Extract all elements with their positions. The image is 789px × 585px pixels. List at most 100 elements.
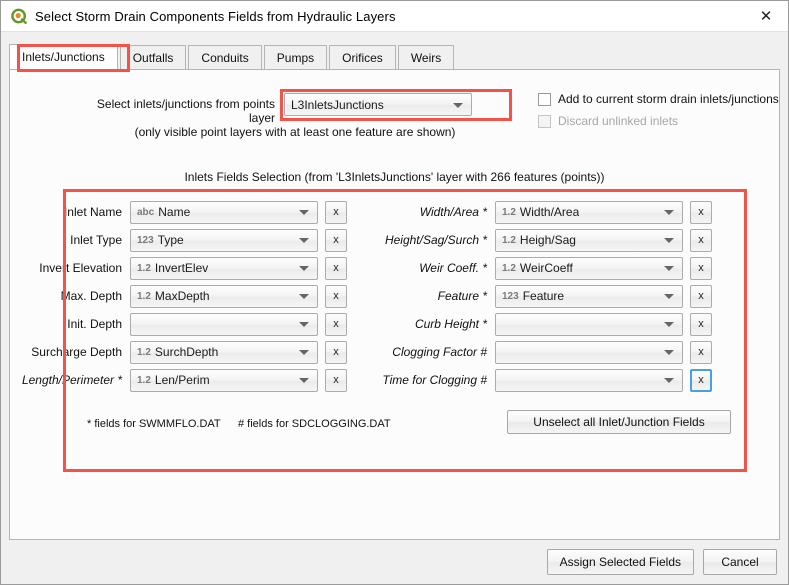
points-layer-combo[interactable]: L3InletsJunctions [284,93,472,116]
field-type-badge: 1.2 [137,263,151,274]
clear-length-perimeter-button[interactable]: x [325,369,347,392]
clear-height-sag-surch-button[interactable]: x [690,229,712,252]
tab-outfalls[interactable]: Outfalls [120,45,187,69]
cancel-button[interactable]: Cancel [703,549,777,575]
tab-label: Pumps [277,51,314,65]
chevron-down-icon [299,378,309,383]
chevron-down-icon [664,378,674,383]
dialog-footer: Assign Selected Fields Cancel [1,540,788,584]
width-area-combo[interactable]: 1.2 Width/Area [495,201,683,224]
field-label: Width/Area * [350,205,495,219]
field-label: Max. Depth [20,289,130,303]
field-value: Name [158,205,190,219]
field-label: Length/Perimeter * [20,373,130,387]
field-value: Feature [523,289,564,303]
time-for-clogging-combo[interactable] [495,369,683,392]
checkbox-box-icon [538,93,551,106]
tab-bar: Inlets/Junctions Outfalls Conduits Pumps… [9,44,788,69]
curb-height-combo[interactable] [495,313,683,336]
field-type-badge: 1.2 [502,235,516,246]
points-layer-value: L3InletsJunctions [291,98,384,112]
weir-coeff-combo[interactable]: 1.2 WeirCoeff [495,257,683,280]
layer-selection-label: Select inlets/junctions from points laye… [80,97,275,125]
close-icon[interactable]: ✕ [744,1,788,31]
checkbox-label: Discard unlinked inlets [558,114,678,128]
chevron-down-icon [299,294,309,299]
unselect-all-fields-button[interactable]: Unselect all Inlet/Junction Fields [507,410,731,434]
field-row-init-depth: Init. Depth x [20,312,347,336]
clear-weir-coeff-button[interactable]: x [690,257,712,280]
field-label: Height/Sag/Surch * [350,233,495,247]
clear-surcharge-depth-button[interactable]: x [325,341,347,364]
fields-grid: Inlet Name abc Name x Inlet Type 123 Typ… [10,200,779,410]
chevron-down-icon [299,238,309,243]
field-type-badge: 1.2 [502,207,516,218]
chevron-down-icon [664,350,674,355]
field-row-weir-coeff: Weir Coeff. * 1.2 WeirCoeff x [350,256,712,280]
field-type-badge: 1.2 [137,291,151,302]
clear-time-for-clogging-button[interactable]: x [690,369,712,392]
field-value: WeirCoeff [520,261,573,275]
field-type-badge: 1.2 [137,347,151,358]
tab-weirs[interactable]: Weirs [398,45,454,69]
chevron-down-icon [664,266,674,271]
field-row-curb-height: Curb Height * x [350,312,712,336]
tab-inlets-junctions[interactable]: Inlets/Junctions [9,44,118,69]
visible-layers-note: (only visible point layers with at least… [10,125,580,139]
tab-conduits[interactable]: Conduits [188,45,261,69]
field-value: MaxDepth [155,289,210,303]
assign-selected-fields-button[interactable]: Assign Selected Fields [547,549,694,575]
legend-asterisk: * fields for SWMMFLO.DAT [87,418,221,430]
field-value: Type [158,233,184,247]
checkbox-box-icon [538,115,551,128]
field-label: Feature * [350,289,495,303]
field-label: Invert Elevation [20,261,130,275]
clear-invert-elevation-button[interactable]: x [325,257,347,280]
surcharge-depth-combo[interactable]: 1.2 SurchDepth [130,341,318,364]
tab-panel-inlets-junctions: Select inlets/junctions from points laye… [9,69,780,540]
dialog-window: Select Storm Drain Components Fields fro… [0,0,789,585]
clear-feature-button[interactable]: x [690,285,712,308]
field-row-width-area: Width/Area * 1.2 Width/Area x [350,200,712,224]
clear-curb-height-button[interactable]: x [690,313,712,336]
field-type-badge: 123 [137,235,154,246]
height-sag-surch-combo[interactable]: 1.2 Heigh/Sag [495,229,683,252]
checkbox-add-to-current[interactable]: Add to current storm drain inlets/juncti… [538,92,779,106]
field-label: Inlet Name [20,205,130,219]
clear-max-depth-button[interactable]: x [325,285,347,308]
field-type-badge: 1.2 [502,263,516,274]
field-label: Surcharge Depth [20,345,130,359]
inlet-type-combo[interactable]: 123 Type [130,229,318,252]
clear-clogging-factor-button[interactable]: x [690,341,712,364]
tab-label: Weirs [411,51,441,65]
chevron-down-icon [664,322,674,327]
field-row-time-for-clogging: Time for Clogging # x [350,368,712,392]
clear-init-depth-button[interactable]: x [325,313,347,336]
chevron-down-icon [299,266,309,271]
clogging-factor-combo[interactable] [495,341,683,364]
tab-label: Inlets/Junctions [22,50,105,64]
chevron-down-icon [664,294,674,299]
fields-section-title: Inlets Fields Selection (from 'L3InletsJ… [10,170,779,184]
clear-inlet-type-button[interactable]: x [325,229,347,252]
inlet-name-combo[interactable]: abc Name [130,201,318,224]
chevron-down-icon [664,238,674,243]
tab-pumps[interactable]: Pumps [264,45,327,69]
init-depth-combo[interactable] [130,313,318,336]
field-row-inlet-name: Inlet Name abc Name x [20,200,347,224]
clear-width-area-button[interactable]: x [690,201,712,224]
chevron-down-icon [453,103,463,108]
clear-inlet-name-button[interactable]: x [325,201,347,224]
feature-combo[interactable]: 123 Feature [495,285,683,308]
field-value: Width/Area [520,205,579,219]
field-label: Init. Depth [20,317,130,331]
max-depth-combo[interactable]: 1.2 MaxDepth [130,285,318,308]
tab-orifices[interactable]: Orifices [329,45,396,69]
length-perimeter-combo[interactable]: 1.2 Len/Perim [130,369,318,392]
field-row-surcharge-depth: Surcharge Depth 1.2 SurchDepth x [20,340,347,364]
invert-elevation-combo[interactable]: 1.2 InvertElev [130,257,318,280]
chevron-down-icon [299,210,309,215]
field-row-inlet-type: Inlet Type 123 Type x [20,228,347,252]
tab-label: Outfalls [133,51,174,65]
field-label: Weir Coeff. * [350,261,495,275]
